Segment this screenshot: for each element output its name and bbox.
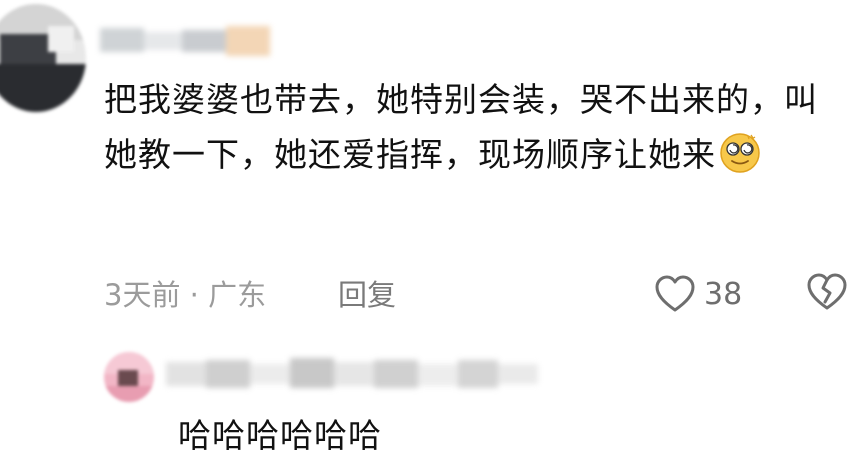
comment-body: 把我婆婆也带去，她特别会装，哭不出来的，叫她教一下，她还爱指挥，现场顺序让她来 [104,80,818,174]
replier-username-blurred[interactable] [166,356,538,392]
like-button[interactable]: 38 [654,270,742,318]
reply-text: 哈哈哈哈哈哈 [178,416,382,455]
like-count: 38 [704,276,743,312]
commenter-avatar[interactable] [0,4,86,112]
replier-avatar[interactable] [104,352,154,402]
commenter-username-blurred[interactable] [100,24,270,58]
dislike-button[interactable] [806,272,848,314]
dizzy-face-emoji-icon [718,130,762,174]
reply-button[interactable]: 回复 [338,275,396,315]
comment-time-location: 3天前 · 广东 [104,278,267,312]
broken-heart-icon [806,272,848,312]
heart-outline-icon [654,274,696,314]
comment-text: 把我婆婆也带去，她特别会装，哭不出来的，叫她教一下，她还爱指挥，现场顺序让她来 [104,72,849,182]
